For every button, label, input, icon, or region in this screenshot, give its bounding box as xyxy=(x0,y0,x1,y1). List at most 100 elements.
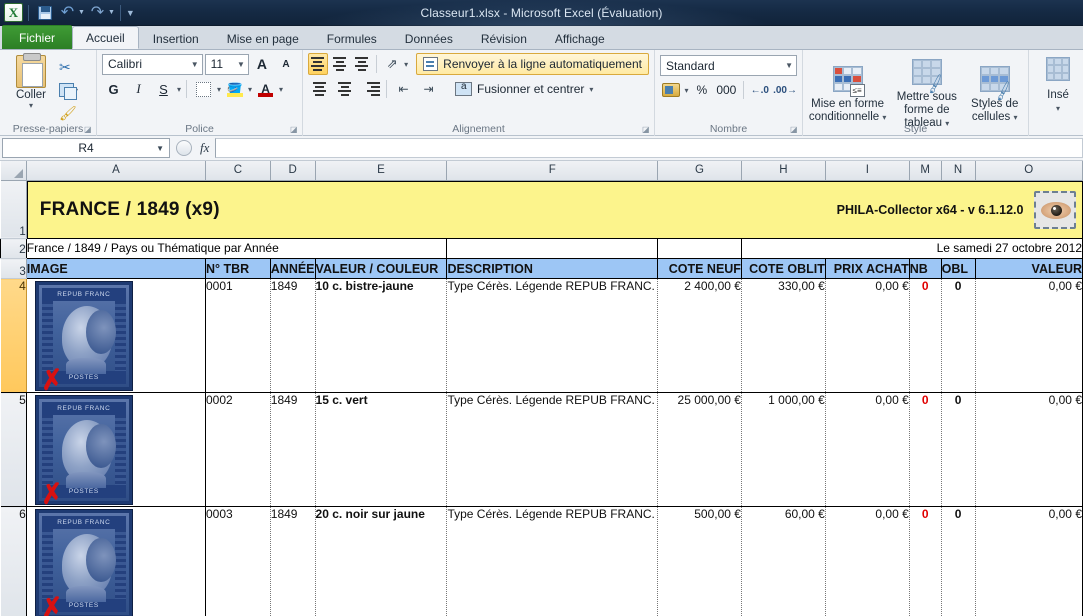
cell-nb[interactable]: 0 xyxy=(909,279,941,393)
name-box[interactable]: R4 ▼ xyxy=(2,138,170,158)
cell-cote-oblit[interactable]: 1 000,00 € xyxy=(741,393,825,507)
row-header-1[interactable]: 1 xyxy=(1,180,27,239)
cell-nb[interactable]: 0 xyxy=(909,507,941,616)
col-cote-oblit-header[interactable]: COTE OBLIT xyxy=(741,259,825,279)
fill-color-button[interactable]: 🪣 xyxy=(223,78,246,100)
increase-indent-button[interactable]: ⇥ xyxy=(417,78,440,100)
row2-blank-g[interactable] xyxy=(658,239,742,259)
col-cote-neuf-header[interactable]: COTE NEUF xyxy=(658,259,742,279)
orientation-dropdown-icon[interactable]: ▾ xyxy=(404,60,408,69)
stamp-image-cell[interactable]: REPUB FRANC POSTES ✗ xyxy=(26,507,205,616)
font-size-combo[interactable]: 11 ▼ xyxy=(205,54,249,75)
tab-formules[interactable]: Formules xyxy=(313,27,391,49)
italic-button[interactable]: I xyxy=(127,78,150,100)
cell-annee[interactable]: 1849 xyxy=(270,279,315,393)
column-header-g[interactable]: G xyxy=(658,161,742,180)
paste-dropdown-icon[interactable]: ▾ xyxy=(5,101,57,110)
cell-styles-button[interactable]: 🖌 Styles de cellules ▾ xyxy=(966,64,1023,124)
cell-valeur[interactable]: 0,00 € xyxy=(975,507,1082,616)
report-date-cell[interactable]: Le samedi 27 octobre 2012 xyxy=(741,239,1082,259)
conditional-formatting-button[interactable]: ≤≡ Mise en forme conditionnelle ▾ xyxy=(808,64,887,124)
underline-button[interactable]: S xyxy=(152,78,175,100)
orientation-button[interactable]: ⇗ xyxy=(382,53,402,75)
format-painter-button[interactable]: 🖌 xyxy=(57,102,80,124)
tab-donnees[interactable]: Données xyxy=(391,27,467,49)
quick-access-toolbar[interactable]: X ↶ ▼ ↷ ▼ ▼ xyxy=(0,2,135,23)
accounting-format-button[interactable] xyxy=(660,79,683,101)
align-right-button[interactable] xyxy=(358,78,381,100)
cell-cote-neuf[interactable]: 25 000,00 € xyxy=(658,393,742,507)
decrease-font-size-button[interactable]: A xyxy=(275,53,297,75)
cell-cote-neuf[interactable]: 2 400,00 € xyxy=(658,279,742,393)
cell-cote-oblit[interactable]: 60,00 € xyxy=(741,507,825,616)
align-left-button[interactable] xyxy=(308,78,331,100)
font-color-button[interactable]: A xyxy=(254,78,277,100)
format-as-table-button[interactable]: 🖌 Mettre sous forme de tableau ▾ xyxy=(887,57,966,130)
table-row[interactable]: 4 REPUB FRANC POSTES ✗ 0001 1849 10 c. b… xyxy=(1,279,1083,393)
table-row[interactable]: 5 REPUB FRANC POSTES ✗ 0002 1849 15 c. v… xyxy=(1,393,1083,507)
increase-font-size-button[interactable]: A xyxy=(251,53,273,75)
column-header-d[interactable]: D xyxy=(270,161,315,180)
cell-valeur[interactable]: 0,00 € xyxy=(975,393,1082,507)
tab-insertion[interactable]: Insertion xyxy=(139,27,213,49)
column-header-o[interactable]: O xyxy=(975,161,1082,180)
column-header-i[interactable]: I xyxy=(825,161,909,180)
cell-obl[interactable]: 0 xyxy=(941,507,975,616)
borders-dropdown-icon[interactable]: ▾ xyxy=(217,85,221,94)
cell-cote-oblit[interactable]: 330,00 € xyxy=(741,279,825,393)
align-middle-button[interactable] xyxy=(330,53,350,75)
remove-decimal-button[interactable]: .00→ xyxy=(773,79,797,101)
cell-valeur[interactable]: 0,00 € xyxy=(975,279,1082,393)
stamp-image-cell[interactable]: REPUB FRANC POSTES ✗ xyxy=(26,393,205,507)
row-header-5[interactable]: 5 xyxy=(1,393,27,507)
paste-button[interactable]: Coller ▾ xyxy=(5,55,57,124)
row-header-6[interactable]: 6 xyxy=(1,507,27,616)
bold-button[interactable]: G xyxy=(102,78,125,100)
cell-prix-achat[interactable]: 0,00 € xyxy=(825,507,909,616)
col-prix-achat-header[interactable]: PRIX ACHAT xyxy=(825,259,909,279)
copy-button[interactable]: ▾ xyxy=(57,79,80,101)
column-header-m[interactable]: M xyxy=(909,161,941,180)
tab-mise-en-page[interactable]: Mise en page xyxy=(213,27,313,49)
conditional-formatting-dropdown-icon[interactable]: ▾ xyxy=(882,113,886,122)
table-row[interactable]: 6 REPUB FRANC POSTES ✗ 0003 1849 20 c. n… xyxy=(1,507,1083,616)
cell-styles-dropdown-icon[interactable]: ▾ xyxy=(1013,113,1017,122)
col-valeur-header[interactable]: VALEUR xyxy=(975,259,1082,279)
cut-button[interactable]: ✂ xyxy=(57,56,80,78)
cell-description[interactable]: Type Cérès. Légende REPUB FRANC. xyxy=(447,279,658,393)
thousands-format-button[interactable]: 000 xyxy=(715,79,738,101)
select-all-button[interactable] xyxy=(1,161,27,180)
insert-cells-dropdown-icon[interactable]: ▾ xyxy=(1034,102,1082,115)
column-header-f[interactable]: F xyxy=(447,161,658,180)
cell-annee[interactable]: 1849 xyxy=(270,507,315,616)
clipboard-dialog-launcher[interactable]: ◪ xyxy=(84,125,93,134)
expand-formula-bar-button[interactable] xyxy=(176,140,192,156)
excel-logo-icon[interactable]: X xyxy=(4,3,23,22)
cell-prix-achat[interactable]: 0,00 € xyxy=(825,279,909,393)
tab-fichier[interactable]: Fichier xyxy=(2,25,72,49)
font-color-dropdown-icon[interactable]: ▾ xyxy=(279,85,283,94)
insert-cells-button[interactable]: Insé ▾ xyxy=(1034,53,1082,115)
cell-obl[interactable]: 0 xyxy=(941,393,975,507)
name-box-caret-icon[interactable]: ▼ xyxy=(156,144,164,153)
cell-cote-neuf[interactable]: 500,00 € xyxy=(658,507,742,616)
merge-dropdown-icon[interactable]: ▾ xyxy=(589,85,593,94)
merge-center-button[interactable]: Fusionner et centrer ▾ xyxy=(448,78,600,100)
cell-prix-achat[interactable]: 0,00 € xyxy=(825,393,909,507)
insert-function-icon[interactable]: fx xyxy=(198,140,215,156)
cell-valeur-couleur[interactable]: 10 c. bistre-jaune xyxy=(315,279,447,393)
formula-input[interactable] xyxy=(215,138,1083,158)
align-bottom-button[interactable] xyxy=(352,53,372,75)
align-center-button[interactable] xyxy=(333,78,356,100)
wrap-text-button[interactable]: Renvoyer à la ligne automatiquement xyxy=(416,53,649,75)
percent-format-button[interactable]: % xyxy=(691,79,714,101)
font-name-combo[interactable]: Calibri ▼ xyxy=(102,54,203,75)
row-header-4[interactable]: 4 xyxy=(1,279,27,393)
row-header-2[interactable]: 2 xyxy=(1,239,27,259)
tab-accueil[interactable]: Accueil xyxy=(72,26,139,49)
column-header-c[interactable]: C xyxy=(206,161,271,180)
cell-description[interactable]: Type Cérès. Légende REPUB FRANC. xyxy=(447,507,658,616)
col-annee-header[interactable]: ANNÉE xyxy=(270,259,315,279)
cell-valeur-couleur[interactable]: 15 c. vert xyxy=(315,393,447,507)
cell-nb[interactable]: 0 xyxy=(909,393,941,507)
